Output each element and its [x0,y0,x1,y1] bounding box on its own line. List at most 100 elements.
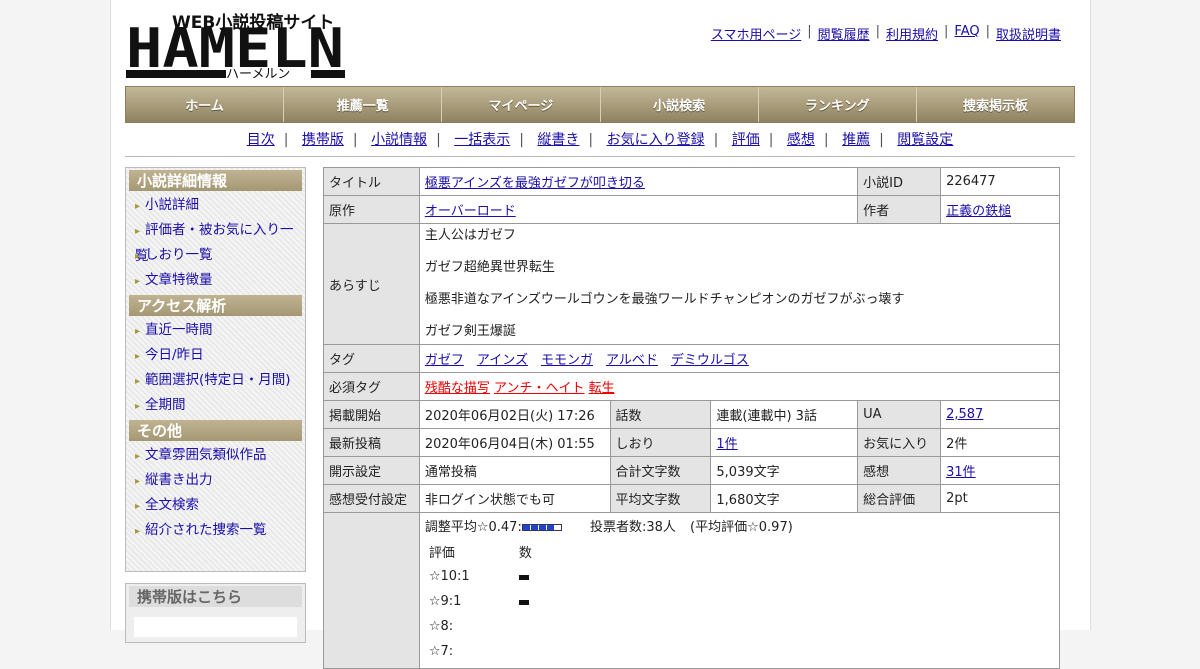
label-episodes: 話数 [609,400,712,429]
divider [125,156,1075,157]
label-ua: UA [857,400,942,429]
label-favorites: お気に入り [857,428,942,457]
hameln-logo[interactable]: WEB小説投稿サイト HAMELN ハーメルン [126,10,346,82]
dist-row: ☆9:1 [425,589,1054,614]
subnav-mobile[interactable]: 携帯版 [302,132,344,148]
top-links: スマホ用ページ | 閲覧履歴 | 利用規約 | FAQ | 取扱説明書 [710,24,1061,43]
sidebar-item[interactable]: 縦書き出力 [135,468,302,493]
sidebar-item[interactable]: 直近一時間 [135,318,302,343]
review-setting-value: 非ログイン状態でも可 [418,484,611,513]
ua-link[interactable]: 2,587 [946,407,983,422]
nav-search[interactable]: 小説検索 [601,87,759,122]
rating-distribution: 評価数 ☆10:1 ☆9:1 ☆8: ☆7: [425,539,1054,664]
dist-row: ☆10:1 [425,564,1054,589]
dist-row: ☆7: [428,644,454,659]
bookmarks-link[interactable]: 1件 [716,437,737,452]
sidebar-item[interactable]: 小説詳細 [135,193,302,218]
link-manual[interactable]: 取扱説明書 [996,24,1061,43]
author-link[interactable]: 正義の鉄槌 [946,204,1011,219]
novel-info-table: タイトル 極悪アインズを最強ガゼフが叩き切る 小説ID 226477 原作 オー… [323,167,1061,669]
tag-link[interactable]: モモンガ [541,353,593,368]
mobile-qr-box [134,617,297,637]
tag-link[interactable]: アルベド [606,353,658,368]
avg-chars-value: 1,680文字 [710,484,859,513]
link-faq[interactable]: FAQ [954,24,979,43]
link-smartphone[interactable]: スマホ用ページ [711,24,801,43]
rating-box: 調整平均☆0.47: 投票者数:38人 (平均評価☆0.97) 評価数 ☆10:… [418,512,1061,669]
label-total-chars: 合計文字数 [609,456,712,485]
sidebar-heading-details: 小説詳細情報 [129,170,302,191]
nav-ranking[interactable]: ランキング [759,87,917,122]
tag-list: ガゼフ アインズ モモンガ アルベド デミウルゴス [418,344,1061,373]
global-nav: ホーム 推薦一覧 マイページ 小説検索 ランキング 捜索掲示板 [125,86,1075,123]
reviews-link[interactable]: 31件 [946,465,976,480]
adjusted-average: 調整平均☆0.47: [424,520,522,535]
label-original: 原作 [323,195,420,224]
label-title: タイトル [323,167,420,196]
label-synopsis: あらすじ [323,223,420,345]
nav-recommend[interactable]: 推薦一覧 [284,87,443,122]
sidebar-item[interactable]: 紹介された捜索一覧 [135,518,302,543]
required-tag-link[interactable]: 転生 [589,381,615,396]
vote-count: 投票者数:38人 [589,520,676,535]
original-work-link[interactable]: オーバーロード [425,204,516,219]
subnav-all[interactable]: 一括表示 [454,132,510,148]
label-bookmarks: しおり [609,428,712,457]
nav-board[interactable]: 捜索掲示板 [917,87,1074,122]
total-rating-value: 2pt [940,484,1060,513]
label-required-tags: 必須タグ [323,372,420,401]
published-date: 2020年06月02日(火) 17:26 [418,400,611,429]
sidebar-item[interactable]: 全期間 [135,393,302,418]
subnav-toc[interactable]: 目次 [247,132,275,148]
required-tag-link[interactable]: アンチ・ヘイト [494,381,584,396]
sidebar-item[interactable]: しおり一覧 [135,243,302,268]
label-tags: タグ [323,344,420,373]
label-latest: 最新投稿 [323,428,420,457]
required-tag-list: 残酷な描写 アンチ・ヘイト 転生 [418,372,1061,401]
label-total-rating: 総合評価 [857,484,942,513]
label-author: 作者 [857,195,942,224]
logo-kana-text: ハーメルン [226,67,290,80]
mobile-panel: 携帯版はこちら [125,583,306,643]
sidebar-item[interactable]: 全文検索 [135,493,302,518]
link-terms[interactable]: 利用規約 [886,24,938,43]
nav-home[interactable]: ホーム [126,87,285,122]
required-tag-link[interactable]: 残酷な描写 [425,381,490,396]
plain-average: (平均評価☆0.97) [690,520,793,535]
sidebar-item[interactable]: 文章特徴量 [135,268,302,293]
subnav-settings[interactable]: 閲覧設定 [897,132,953,148]
tag-link[interactable]: アインズ [477,353,528,368]
subnav-favorite[interactable]: お気に入り登録 [607,132,705,148]
subnav-rate[interactable]: 評価 [732,132,760,148]
subnav-review[interactable]: 感想 [787,132,815,148]
subnav-info[interactable]: 小説情報 [371,132,427,148]
label-review-setting: 感想受付設定 [323,484,420,513]
dist-row: ☆8: [428,619,454,634]
sidebar-heading-access: アクセス解析 [129,295,302,316]
label-published: 掲載開始 [323,400,420,429]
label-rating-empty [323,512,420,669]
synopsis: 主人公はガゼフ ガゼフ超絶異世界転生 極悪非道なアインズウールゴウンを最強ワール… [418,223,1061,345]
tag-link[interactable]: ガゼフ [425,353,464,368]
sidebar-item[interactable]: 範囲選択(特定日・月間) [135,368,302,393]
tag-link[interactable]: デミウルゴス [671,353,749,368]
link-history[interactable]: 閲覧履歴 [818,24,870,43]
sidebar-item[interactable]: 今日/昨日 [135,343,302,368]
novel-title-link[interactable]: 極悪アインズを最強ガゼフが叩き切る [425,176,645,191]
sidebar-item[interactable]: 評価者・被お気に入り一覧 [135,218,302,264]
subnav-vertical[interactable]: 縦書き [537,132,579,148]
sidebar-heading-other: その他 [129,420,302,441]
subnav-recommend[interactable]: 推薦 [842,132,870,148]
label-reviews: 感想 [857,456,942,485]
total-chars-value: 5,039文字 [710,456,859,485]
sidebar-item[interactable]: 文章雰囲気類似作品 [135,443,302,468]
nav-mypage[interactable]: マイページ [442,87,601,122]
label-id: 小説ID [857,167,942,196]
episodes-value: 連載(連載中) 3話 [710,400,859,429]
novel-subnav: 目次 | 携帯版 | 小説情報 | 一括表示 | 縦書き | お気に入り登録 | 評価 | 感… [246,132,954,148]
sidebar: 小説詳細情報 小説詳細 評価者・被お気に入り一覧 しおり一覧 文章特徴量 アクセ… [125,167,306,572]
label-disclosure: 開示設定 [323,456,420,485]
favorites-value: 2件 [940,428,1060,457]
disclosure-value: 通常投稿 [418,456,611,485]
rating-bar [521,524,562,531]
